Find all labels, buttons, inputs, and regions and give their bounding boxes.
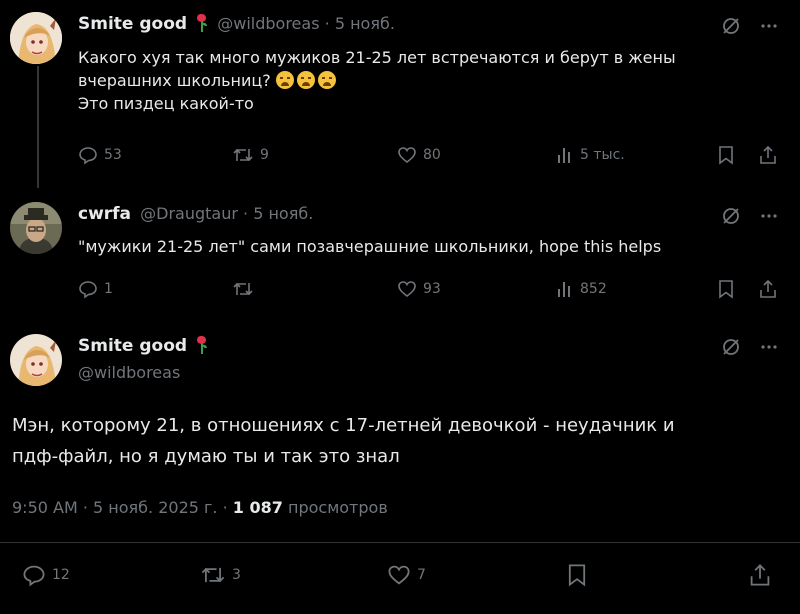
- repost-button[interactable]: 9: [232, 145, 269, 165]
- post-text-line: Это пиздец какой-то: [78, 94, 254, 113]
- reply-button[interactable]: 1: [78, 279, 113, 299]
- avatar[interactable]: [10, 12, 62, 64]
- post-date[interactable]: 5 нояб.: [253, 204, 313, 223]
- post-text-line: вчерашних школьниц?: [78, 71, 271, 90]
- like-count: 7: [417, 567, 426, 583]
- repost-icon: [233, 282, 253, 296]
- avatar[interactable]: [10, 334, 62, 386]
- crying-emoji-icon: [317, 71, 336, 89]
- crying-emoji-icon: [275, 71, 294, 89]
- author-name[interactable]: cwrfa: [78, 204, 131, 224]
- anime-avatar-icon: [10, 12, 62, 64]
- post-meta: 9:50 AM · 5 нояб. 2025 г. · 1 087 просмо…: [12, 498, 388, 517]
- repost-icon: [233, 148, 253, 162]
- post-text-line: Мэн, которому 21, в отношениях с 17-летн…: [12, 415, 675, 436]
- rose-emoji-icon: [196, 14, 208, 36]
- author-handle[interactable]: @Draugtaur: [140, 204, 238, 223]
- crying-emoji-icon: [296, 71, 315, 89]
- views-icon: [558, 148, 570, 163]
- reply-count: 53: [104, 147, 122, 163]
- rose-emoji-icon: [196, 336, 208, 358]
- reply-count: 12: [52, 567, 70, 583]
- views-button[interactable]: 852: [556, 279, 607, 299]
- bookmark-button[interactable]: [717, 145, 735, 165]
- author-name[interactable]: Smite good: [78, 14, 187, 34]
- bookmark-button[interactable]: [566, 563, 588, 587]
- heart-icon: [388, 565, 410, 585]
- like-count: 80: [423, 147, 441, 163]
- reply-icon: [79, 281, 97, 299]
- more-icon[interactable]: [760, 338, 778, 360]
- like-button[interactable]: 80: [397, 145, 441, 165]
- post-time[interactable]: 9:50 AM: [12, 498, 78, 517]
- post-text: "мужики 21-25 лет" сами позавчерашние шк…: [78, 237, 662, 256]
- post-text-line: Какого хуя так много мужиков 21-25 лет в…: [78, 48, 676, 67]
- views-icon: [558, 282, 570, 297]
- share-icon: [750, 564, 770, 586]
- repost-count: 3: [232, 567, 241, 583]
- reply-count: 1: [104, 281, 113, 297]
- grok-icon[interactable]: [721, 206, 741, 230]
- reply-button[interactable]: 12: [22, 563, 70, 587]
- like-button[interactable]: 7: [387, 563, 426, 587]
- grok-icon[interactable]: [721, 16, 741, 40]
- separator: ·: [217, 498, 233, 517]
- separator: ·: [77, 498, 94, 517]
- repost-count: 9: [260, 147, 269, 163]
- bookmark-button[interactable]: [717, 279, 735, 299]
- reply-button[interactable]: 53: [78, 145, 122, 165]
- bookmark-icon: [568, 564, 586, 587]
- more-icon[interactable]: [760, 17, 778, 39]
- reply-icon: [23, 565, 45, 587]
- views-count: 852: [580, 281, 607, 297]
- repost-button[interactable]: 3: [200, 563, 241, 587]
- share-button[interactable]: [758, 145, 778, 165]
- thread-connector-line: [37, 66, 39, 188]
- like-button[interactable]: 93: [397, 279, 441, 299]
- share-icon: [760, 145, 776, 164]
- separator: ·: [324, 14, 335, 33]
- share-button[interactable]: [758, 279, 778, 299]
- repost-button[interactable]: [232, 279, 260, 299]
- views-button[interactable]: 5 тыс.: [556, 145, 625, 165]
- divider: [0, 542, 800, 543]
- person-avatar-icon: [10, 202, 62, 254]
- heart-icon: [398, 281, 416, 298]
- reply-icon: [79, 147, 97, 165]
- share-icon: [760, 279, 776, 298]
- post-text: Какого хуя так много мужиков 21-25 лет в…: [78, 46, 676, 115]
- post-text-line: пдф-файл, но я думаю ты и так это знал: [12, 446, 400, 467]
- grok-icon[interactable]: [721, 337, 741, 361]
- views-count: 5 тыс.: [580, 147, 625, 163]
- avatar[interactable]: [10, 202, 62, 254]
- separator: ·: [243, 204, 254, 223]
- bookmark-icon: [719, 146, 733, 165]
- post-text: Мэн, которому 21, в отношениях с 17-летн…: [12, 410, 675, 472]
- post-date[interactable]: 5 нояб.: [335, 14, 395, 33]
- repost-icon: [201, 567, 225, 583]
- more-icon[interactable]: [760, 207, 778, 229]
- heart-icon: [398, 147, 416, 164]
- author-handle[interactable]: @wildboreas: [78, 363, 180, 382]
- views-count: 1 087: [232, 498, 283, 517]
- bookmark-icon: [719, 280, 733, 299]
- post-full-date[interactable]: 5 нояб. 2025 г.: [93, 498, 217, 517]
- views-label: просмотров: [287, 498, 388, 517]
- share-button[interactable]: [748, 563, 772, 587]
- like-count: 93: [423, 281, 441, 297]
- anime-avatar-icon: [10, 334, 62, 386]
- author-handle[interactable]: @wildboreas: [217, 14, 319, 33]
- author-name[interactable]: Smite good: [78, 336, 187, 356]
